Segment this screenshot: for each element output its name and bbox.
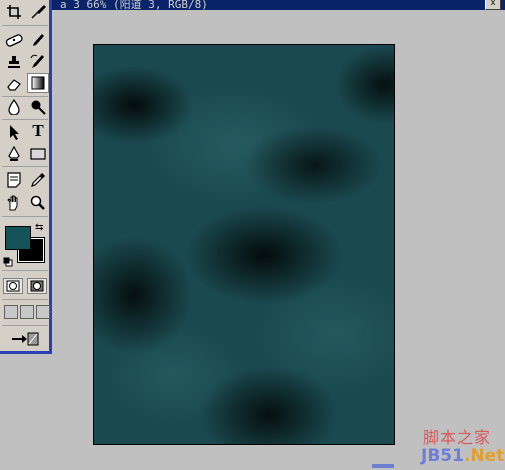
quick-mask-mode-button[interactable] [27, 278, 47, 294]
taskbar-fragment [372, 464, 394, 468]
foreground-color-swatch[interactable] [5, 226, 31, 250]
slice-icon[interactable] [27, 2, 49, 22]
pen-icon[interactable] [3, 144, 25, 164]
notes-icon[interactable] [3, 170, 25, 190]
tools-divider [2, 325, 48, 326]
tools-divider [2, 119, 48, 120]
document-title-bar: a 3 66% (阳道 3, RGB/8) x [48, 0, 505, 10]
standard-screen-button[interactable] [4, 305, 18, 319]
history-brush-icon[interactable] [27, 52, 49, 72]
document-title: a 3 66% (阳道 3, RGB/8) [60, 0, 208, 10]
document-canvas[interactable] [93, 44, 395, 445]
watermark-url-part2: .Net [463, 446, 505, 466]
zoom-icon[interactable] [27, 193, 49, 213]
tools-divider [2, 25, 48, 26]
eraser-icon[interactable] [3, 74, 25, 94]
eyedropper-icon[interactable] [27, 170, 49, 190]
hand-icon[interactable] [3, 193, 25, 213]
tools-divider [2, 216, 48, 217]
default-colors-icon[interactable] [3, 254, 13, 267]
tools-palette: T ⇆ [0, 0, 52, 354]
dodge-icon[interactable] [27, 97, 49, 117]
tools-divider [2, 166, 48, 167]
clone-stamp-icon[interactable] [3, 52, 25, 72]
healing-brush-icon[interactable] [3, 30, 25, 50]
shape-icon[interactable] [27, 144, 49, 164]
tools-divider [2, 299, 48, 300]
standard-mode-button[interactable] [3, 278, 23, 294]
full-screen-menu-button[interactable] [20, 305, 34, 319]
gradient-icon[interactable] [27, 73, 49, 93]
brush-icon[interactable] [27, 30, 49, 50]
blur-icon[interactable] [3, 97, 25, 117]
tools-divider [2, 270, 48, 271]
watermark-site-name: 脚本之家 [423, 428, 492, 447]
close-button[interactable]: x [485, 0, 501, 10]
jump-to-imageready-button[interactable] [3, 330, 47, 348]
type-icon[interactable]: T [27, 121, 49, 141]
swap-colors-icon[interactable]: ⇆ [35, 222, 43, 233]
watermark-url: JB51.Net [421, 446, 504, 466]
watermark-url-part1: JB51 [421, 446, 464, 466]
path-select-icon[interactable] [3, 122, 25, 142]
full-screen-button[interactable] [36, 305, 50, 319]
crop-icon[interactable] [3, 2, 25, 22]
